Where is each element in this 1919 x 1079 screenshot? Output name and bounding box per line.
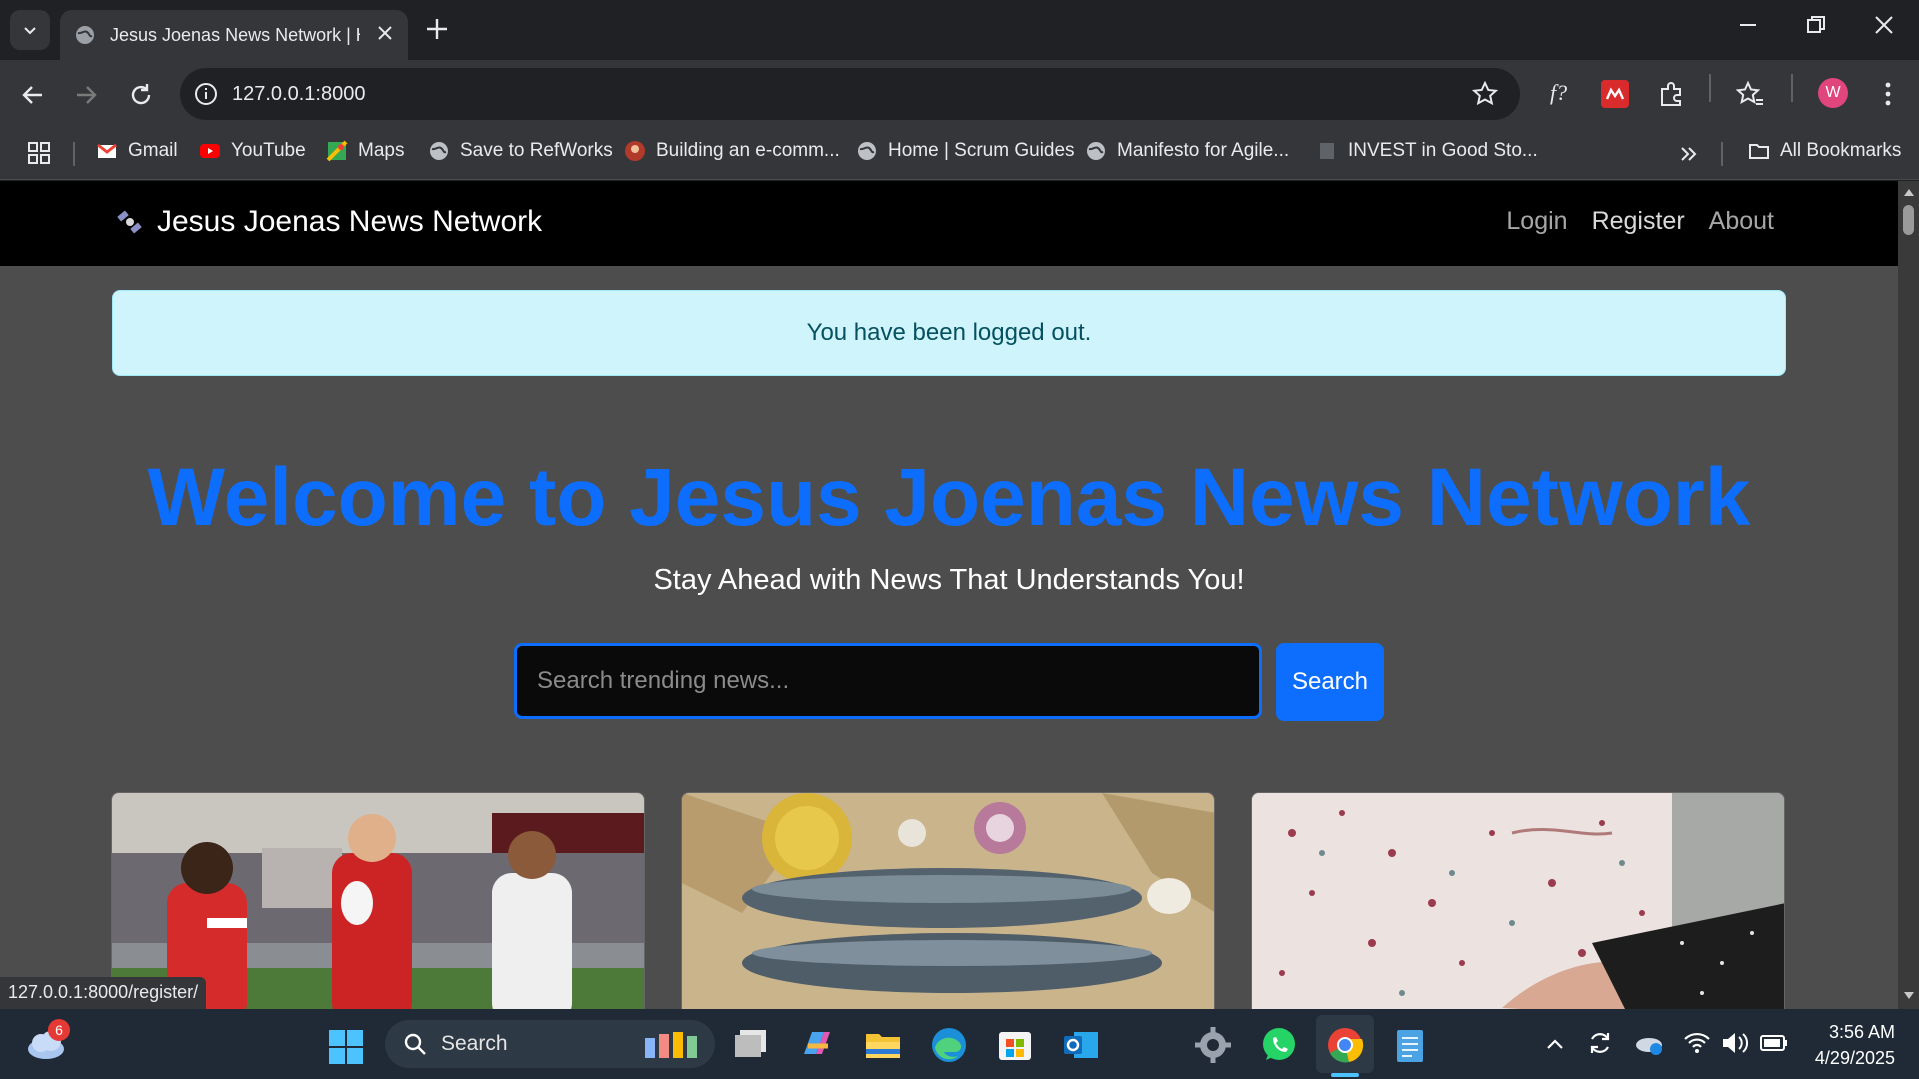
search-input[interactable] [514, 643, 1262, 719]
microsoft-store-icon[interactable] [996, 1026, 1034, 1062]
scroll-thumb[interactable] [1903, 205, 1914, 235]
globe-icon [430, 142, 448, 160]
battery-icon[interactable] [1760, 1033, 1788, 1053]
task-view-icon[interactable] [732, 1026, 770, 1062]
volume-icon[interactable] [1721, 1031, 1749, 1055]
bookmark-gmail[interactable]: Gmail [96, 140, 178, 162]
youtube-icon [200, 144, 220, 158]
font-extension-icon[interactable]: f? [1550, 80, 1567, 106]
gmail-icon [97, 143, 117, 158]
chevron-down-icon [24, 27, 36, 35]
mendeley-extension-icon[interactable] [1601, 80, 1629, 108]
search-button[interactable]: Search [1276, 643, 1384, 721]
news-card-image-elderly[interactable] [1251, 792, 1785, 1009]
windows-taskbar: 6 Search 3:56 AM 4/29/2025 [0, 1009, 1919, 1079]
folder-icon [1749, 144, 1769, 159]
sync-icon[interactable] [1586, 1029, 1614, 1057]
nav-login-link[interactable]: Login [1506, 207, 1567, 236]
news-card-image-fish[interactable] [681, 792, 1215, 1009]
satellite-logo-icon [117, 210, 142, 234]
clock-time: 3:56 AM [1828, 1022, 1895, 1042]
scroll-down-icon[interactable] [1903, 991, 1915, 1001]
restore-icon[interactable] [1805, 14, 1827, 36]
bookmark-refworks[interactable]: Save to RefWorks [428, 140, 613, 162]
site-navbar: Jesus Joenas News Network Login Register… [0, 181, 1898, 266]
edge-icon[interactable] [930, 1026, 968, 1064]
extensions-puzzle-icon[interactable] [1657, 80, 1685, 108]
reload-icon[interactable] [128, 82, 154, 108]
weather-badge: 6 [48, 1019, 70, 1041]
globe-icon [1087, 142, 1105, 160]
page-scrollbar[interactable] [1898, 181, 1919, 1009]
nav-register-link[interactable]: Register [1592, 207, 1685, 236]
new-tab-icon[interactable] [424, 16, 450, 42]
bookmark-scrum-guides[interactable]: Home | Scrum Guides [856, 140, 1075, 162]
bookmark-ecommerce[interactable]: Building an e-comm... [624, 140, 840, 162]
whatsapp-icon[interactable] [1260, 1026, 1298, 1064]
onedrive-icon[interactable] [1634, 1029, 1664, 1057]
active-tab[interactable]: Jesus Joenas News Network | H [60, 10, 408, 60]
chrome-active-indicator [1331, 1073, 1359, 1077]
reading-list-icon[interactable] [1736, 80, 1764, 108]
minimize-icon[interactable] [1737, 14, 1759, 36]
site-brand[interactable]: Jesus Joenas News Network [115, 205, 542, 239]
file-explorer-icon[interactable] [864, 1026, 902, 1062]
site-info-icon[interactable] [194, 82, 218, 106]
clock-date: 4/29/2025 [1814, 1048, 1895, 1068]
logout-alert: You have been logged out. [112, 290, 1786, 376]
bookmark-invest[interactable]: INVEST in Good Sto... [1316, 140, 1538, 162]
bookmark-youtube[interactable]: YouTube [199, 140, 306, 162]
nav-links: Login Register About [1506, 207, 1774, 236]
url-text: 127.0.0.1:8000 [232, 82, 366, 105]
close-tab-icon[interactable] [376, 24, 394, 42]
bookmark-agile-manifesto[interactable]: Manifesto for Agile... [1085, 140, 1289, 162]
scroll-up-icon[interactable] [1903, 187, 1915, 197]
page-icon [1320, 143, 1334, 159]
settings-gear-icon[interactable] [1194, 1026, 1232, 1064]
profile-avatar[interactable]: W [1818, 78, 1848, 108]
close-window-icon[interactable] [1873, 14, 1895, 36]
all-bookmarks-button[interactable]: All Bookmarks [1748, 140, 1901, 162]
avatar-icon [625, 141, 645, 161]
windows-start-icon[interactable] [328, 1029, 364, 1065]
apps-grid-icon[interactable] [27, 141, 51, 165]
brand-name: Jesus Joenas News Network [157, 205, 543, 238]
taskbar-search-label: Search [441, 1032, 508, 1055]
chrome-icon[interactable] [1326, 1026, 1364, 1064]
maps-icon [326, 140, 348, 162]
bookmark-maps[interactable]: Maps [326, 140, 404, 162]
copilot-icon[interactable] [798, 1026, 836, 1062]
search-icon [404, 1033, 426, 1055]
fish-image [682, 793, 1214, 1009]
hero-subtitle: Stay Ahead with News That Understands Yo… [653, 564, 1245, 596]
back-icon[interactable] [20, 82, 46, 108]
bookmark-star-icon[interactable] [1472, 81, 1498, 107]
link-status-bar: 127.0.0.1:8000/register/ [0, 977, 207, 1009]
weather-widget[interactable]: 6 [26, 1019, 70, 1066]
page-viewport: Jesus Joenas News Network Login Register… [0, 181, 1898, 1009]
nav-about-link[interactable]: About [1709, 207, 1774, 236]
tab-strip: Jesus Joenas News Network | H [0, 0, 1919, 60]
wifi-icon[interactable] [1683, 1031, 1711, 1055]
browser-toolbar: 127.0.0.1:8000 f? W [0, 60, 1919, 128]
hero-title: Welcome to Jesus Joenas News Network [147, 452, 1751, 543]
chevron-up-icon[interactable] [1544, 1033, 1566, 1055]
forward-icon[interactable] [73, 82, 99, 108]
outlook-icon[interactable] [1062, 1026, 1100, 1062]
address-bar[interactable]: 127.0.0.1:8000 [180, 68, 1520, 120]
elderly-image [1252, 793, 1784, 1009]
more-bookmarks-icon[interactable] [1678, 143, 1700, 165]
notepad-icon[interactable] [1392, 1026, 1428, 1064]
globe-icon [76, 26, 94, 44]
search-highlight-icon [645, 1032, 697, 1058]
menu-kebab-icon[interactable] [1878, 80, 1898, 108]
globe-icon [858, 142, 876, 160]
tab-search-button[interactable] [10, 10, 50, 50]
bookmarks-bar: Gmail YouTube Maps Save to RefWorks Buil… [0, 128, 1919, 180]
taskbar-search[interactable]: Search [385, 1020, 715, 1068]
system-clock[interactable]: 3:56 AM 4/29/2025 [1815, 1019, 1895, 1071]
tab-title: Jesus Joenas News Network | H [110, 24, 360, 45]
